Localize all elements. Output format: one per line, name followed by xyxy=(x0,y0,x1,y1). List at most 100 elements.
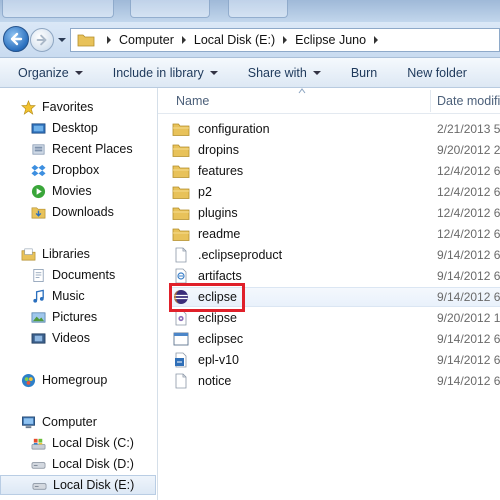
nav-item-local-disk-d[interactable]: Local Disk (D:) xyxy=(0,454,156,474)
highlight-annotation-box xyxy=(169,283,245,312)
file-name: artifacts xyxy=(198,269,242,283)
video-icon xyxy=(30,330,46,346)
back-button[interactable] xyxy=(3,26,29,52)
nav-item-local-disk-e[interactable]: Local Disk (E:) xyxy=(0,475,156,495)
file-name: .eclipseproduct xyxy=(198,248,283,262)
nav-item-movies[interactable]: Movies xyxy=(0,181,156,201)
breadcrumb-local-disk-e[interactable]: Local Disk (E:) xyxy=(194,33,275,47)
nav-item-local-disk-c[interactable]: Local Disk (C:) xyxy=(0,433,156,453)
libraries-icon xyxy=(20,246,36,262)
new-folder-button[interactable]: New folder xyxy=(407,66,467,80)
folder-icon xyxy=(77,34,95,47)
file-name: notice xyxy=(198,374,232,388)
file-name: eclipse xyxy=(198,311,237,325)
nav-item-label: Movies xyxy=(52,184,92,198)
arrow-left-icon xyxy=(10,32,23,46)
column-header-row: Name Date modifi xyxy=(158,88,500,114)
breadcrumb-computer[interactable]: Computer xyxy=(119,33,174,47)
html-file-icon xyxy=(172,352,190,368)
nav-homegroup[interactable]: Homegroup xyxy=(0,370,156,390)
nav-libraries-label: Libraries xyxy=(42,247,90,261)
file-date: 12/4/2012 6 xyxy=(437,227,500,241)
address-bar[interactable]: Computer Local Disk (E:) Eclipse Juno xyxy=(70,28,500,52)
file-row-eclipsec[interactable]: eclipsec 9/14/2012 6 xyxy=(172,329,500,349)
command-bar: Organize Include in library Share with B… xyxy=(0,58,500,88)
forward-button[interactable] xyxy=(30,28,54,52)
share-with-label: Share with xyxy=(247,65,307,80)
dropbox-icon xyxy=(30,162,46,178)
nav-item-label: Desktop xyxy=(52,121,98,135)
breadcrumb-eclipse-juno[interactable]: Eclipse Juno xyxy=(295,33,366,47)
column-divider[interactable] xyxy=(430,90,431,112)
navigation-bar: Computer Local Disk (E:) Eclipse Juno xyxy=(0,22,500,58)
desktop-icon xyxy=(30,120,46,136)
file-name: readme xyxy=(198,227,241,241)
nav-item-label: Local Disk (D:) xyxy=(52,457,134,471)
xml-file-icon xyxy=(172,268,190,284)
nav-item-videos[interactable]: Videos xyxy=(0,328,156,348)
nav-favorites[interactable]: Favorites xyxy=(0,97,156,117)
file-name: features xyxy=(198,164,244,178)
file-row-epl-v10[interactable]: epl-v10 9/14/2012 6 xyxy=(172,350,500,370)
share-with-button[interactable]: Share with xyxy=(248,66,321,80)
column-header-date-modified[interactable]: Date modifi xyxy=(437,94,500,108)
nav-item-pictures[interactable]: Pictures xyxy=(0,307,156,327)
chevron-right-icon[interactable] xyxy=(178,35,190,45)
config-file-icon xyxy=(172,310,190,326)
chevron-right-icon[interactable] xyxy=(103,35,115,45)
file-row-configuration[interactable]: configuration 2/21/2013 5 xyxy=(172,119,500,139)
nav-item-label: Local Disk (C:) xyxy=(52,436,134,450)
file-row-plugins[interactable]: plugins 12/4/2012 6 xyxy=(172,203,500,223)
nav-item-documents[interactable]: Documents xyxy=(0,265,156,285)
document-icon xyxy=(30,267,46,283)
include-in-library-button[interactable]: Include in library xyxy=(113,66,218,80)
recent-pages-dropdown-icon[interactable] xyxy=(57,36,67,44)
file-row-eclipseproduct[interactable]: .eclipseproduct 9/14/2012 6 xyxy=(172,245,500,265)
recent-places-icon xyxy=(30,141,46,157)
folder-icon xyxy=(172,184,190,200)
window-title-strip xyxy=(0,0,500,22)
folder-icon xyxy=(172,205,190,221)
file-date: 9/14/2012 6 xyxy=(437,332,500,346)
nav-item-label: Local Disk (E:) xyxy=(53,478,135,492)
file-row-features[interactable]: features 12/4/2012 6 xyxy=(172,161,500,181)
nav-item-label: Documents xyxy=(52,268,116,282)
chevron-right-icon[interactable] xyxy=(279,35,291,45)
file-name: eclipsec xyxy=(198,332,244,346)
column-header-name[interactable]: Name xyxy=(176,94,209,108)
blank-file-icon xyxy=(172,247,190,263)
nav-item-label: Videos xyxy=(52,331,90,345)
file-row-p2[interactable]: p2 12/4/2012 6 xyxy=(172,182,500,202)
drive-icon xyxy=(31,477,47,493)
nav-item-music[interactable]: Music xyxy=(0,286,156,306)
nav-item-downloads[interactable]: Downloads xyxy=(0,202,156,222)
star-icon xyxy=(20,99,36,115)
blank-file-icon xyxy=(172,373,190,389)
file-row-readme[interactable]: readme 12/4/2012 6 xyxy=(172,224,500,244)
nav-item-recent-places[interactable]: Recent Places xyxy=(0,139,156,159)
music-note-icon xyxy=(30,288,46,304)
file-date: 2/21/2013 5 xyxy=(437,122,500,136)
nav-libraries[interactable]: Libraries xyxy=(0,244,156,264)
chevron-down-icon xyxy=(312,70,321,75)
organize-button[interactable]: Organize xyxy=(18,66,83,80)
burn-button[interactable]: Burn xyxy=(351,66,377,80)
title-tab xyxy=(130,0,210,18)
folder-icon xyxy=(172,226,190,242)
play-icon xyxy=(30,183,46,199)
nav-item-desktop[interactable]: Desktop xyxy=(0,118,156,138)
nav-item-label: Dropbox xyxy=(52,163,100,177)
pictures-icon xyxy=(30,309,46,325)
downloads-folder-icon xyxy=(30,204,46,220)
nav-item-label: Pictures xyxy=(52,310,98,324)
file-date: 9/14/2012 6 xyxy=(437,290,500,304)
nav-item-dropbox[interactable]: Dropbox xyxy=(0,160,156,180)
file-date: 12/4/2012 6 xyxy=(437,164,500,178)
system-drive-icon xyxy=(30,435,46,451)
file-row-notice[interactable]: notice 9/14/2012 6 xyxy=(172,371,500,391)
file-row-dropins[interactable]: dropins 9/20/2012 2 xyxy=(172,140,500,160)
navigation-pane: Favorites Desktop Recent Places Dropbox … xyxy=(0,88,158,500)
folder-icon xyxy=(172,121,190,137)
chevron-right-icon[interactable] xyxy=(370,35,382,45)
nav-computer[interactable]: Computer xyxy=(0,412,156,432)
